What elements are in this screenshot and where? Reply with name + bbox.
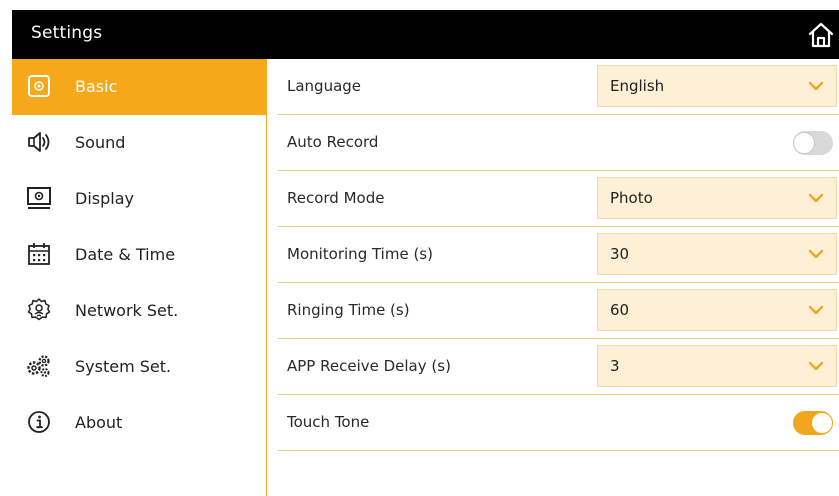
sidebar-item-label: Date & Time — [75, 245, 176, 264]
toggle-knob — [811, 412, 833, 434]
ringing-time-label: Ringing Time (s) — [287, 301, 410, 319]
touch-tone-label: Touch Tone — [287, 413, 370, 431]
sidebar-item-display[interactable]: Display — [12, 171, 266, 227]
touch-tone-toggle[interactable] — [793, 411, 833, 435]
sidebar-item-date-time[interactable]: Date & Time — [12, 227, 266, 283]
language-row: Language English — [277, 59, 839, 115]
basic-settings-icon — [28, 75, 50, 97]
monitoring-time-value: 30 — [610, 245, 630, 263]
app-receive-delay-dropdown[interactable]: 3 — [597, 345, 837, 387]
settings-window: Settings Basic Sound Display Date & Time… — [12, 10, 839, 496]
sidebar: Basic Sound Display Date & Time Network … — [12, 59, 267, 496]
monitoring-time-dropdown[interactable]: 30 — [597, 233, 837, 275]
monitoring-time-row: Monitoring Time (s) 30 — [277, 227, 839, 283]
toggle-knob — [793, 132, 815, 154]
ringing-time-value: 60 — [610, 301, 630, 319]
page-title: Settings — [31, 23, 103, 43]
auto-record-label: Auto Record — [287, 133, 379, 151]
app-receive-delay-row: APP Receive Delay (s) 3 — [277, 339, 839, 395]
record-mode-row: Record Mode Photo — [277, 171, 839, 227]
sidebar-item-basic[interactable]: Basic — [12, 59, 266, 115]
chevron-down-icon — [808, 361, 824, 371]
sidebar-item-label: Display — [75, 189, 134, 208]
sidebar-item-label: Basic — [75, 77, 118, 96]
sidebar-item-sound[interactable]: Sound — [12, 115, 266, 171]
record-mode-value: Photo — [610, 189, 653, 207]
sidebar-item-label: Network Set. — [75, 301, 179, 320]
monitoring-time-label: Monitoring Time (s) — [287, 245, 433, 263]
chevron-down-icon — [808, 249, 824, 259]
network-gear-icon — [27, 298, 51, 321]
language-value: English — [610, 77, 665, 95]
sidebar-item-label: Sound — [75, 133, 126, 152]
sidebar-item-about[interactable]: About — [12, 395, 266, 451]
record-mode-dropdown[interactable]: Photo — [597, 177, 837, 219]
calendar-icon — [28, 243, 50, 265]
sidebar-item-system[interactable]: System Set. — [12, 339, 266, 395]
ringing-time-row: Ringing Time (s) 60 — [277, 283, 839, 339]
sidebar-item-label: System Set. — [75, 357, 172, 376]
record-mode-label: Record Mode — [287, 189, 385, 207]
info-icon — [28, 411, 50, 433]
touch-tone-row: Touch Tone — [277, 395, 839, 451]
language-label: Language — [287, 77, 362, 95]
language-dropdown[interactable]: English — [597, 65, 837, 107]
gears-icon — [27, 355, 50, 377]
ringing-time-dropdown[interactable]: 60 — [597, 289, 837, 331]
app-receive-delay-value: 3 — [610, 357, 620, 375]
auto-record-toggle[interactable] — [793, 131, 833, 155]
settings-panel: Language English Auto Record Record Mode… — [267, 59, 839, 496]
speaker-icon — [28, 132, 50, 152]
sidebar-item-label: About — [75, 413, 123, 432]
sidebar-item-network[interactable]: Network Set. — [12, 283, 266, 339]
chevron-down-icon — [808, 305, 824, 315]
app-receive-delay-label: APP Receive Delay (s) — [287, 357, 451, 375]
display-icon — [27, 187, 51, 209]
header-bar: Settings — [12, 10, 839, 59]
auto-record-row: Auto Record — [277, 115, 839, 171]
home-icon[interactable] — [807, 21, 835, 49]
chevron-down-icon — [808, 81, 824, 91]
chevron-down-icon — [808, 193, 824, 203]
